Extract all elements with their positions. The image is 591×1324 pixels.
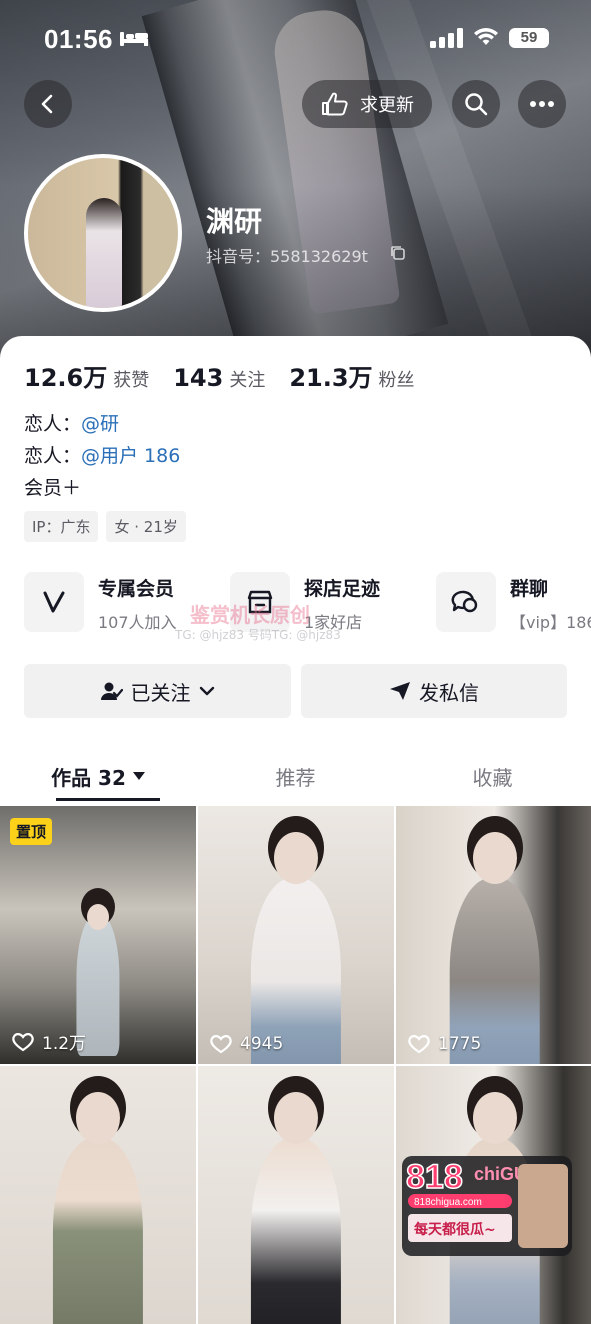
following-button[interactable]: 已关注 [24, 664, 291, 718]
profile-name: 渊研 [206, 205, 263, 238]
like-count: 1.2万 [12, 1029, 86, 1054]
wifi-icon [474, 28, 498, 45]
status-bar: 01:56 59 [0, 0, 591, 80]
caret-down-icon [132, 772, 145, 780]
feature-membership[interactable]: 专属会员 107人加入 [24, 572, 177, 634]
douyin-id: 抖音号：558132629t [206, 247, 368, 266]
chat-icon [451, 590, 478, 613]
more-dots-icon [530, 101, 554, 107]
ad-banner[interactable]: 818 chiGUA 818chigua.com 每天都很瓜~ [396, 1136, 576, 1266]
stats-row: 12.6万 获赞 143 关注 21.3万 粉丝 [24, 358, 415, 393]
tag-row: IP：广东 女 · 21岁 [24, 511, 186, 542]
battery-indicator: 59 [509, 28, 549, 48]
bio-line: 会员＋ [24, 477, 82, 499]
search-icon [465, 93, 488, 116]
pinned-badge: 置顶 [10, 818, 53, 845]
content-tabs: 作品 32 推荐 收藏 [0, 748, 591, 804]
tab-recommend[interactable]: 推荐 [197, 748, 394, 804]
bio-line: 恋人：@用户 186 [24, 445, 181, 467]
like-count: 4945 [210, 1034, 283, 1054]
video-thumbnail[interactable]: 1775 [396, 806, 591, 1064]
watermark: 鉴赏机长原创 [190, 603, 310, 627]
request-update-button[interactable]: 求更新 [302, 80, 432, 128]
tab-works[interactable]: 作品 32 [0, 748, 197, 804]
video-thumbnail[interactable] [0, 1066, 196, 1324]
pointing-hand-icon [322, 92, 348, 116]
video-thumbnail[interactable] [198, 1066, 394, 1324]
tab-favorites[interactable]: 收藏 [394, 748, 591, 804]
more-button[interactable] [518, 80, 566, 128]
avatar[interactable] [24, 154, 182, 312]
stat-likes[interactable]: 12.6万 获赞 [24, 358, 149, 393]
like-count: 1775 [408, 1034, 481, 1054]
ad-url: 818chigua.com [414, 1197, 482, 1208]
ad-brand: 818 [406, 1158, 463, 1196]
heart-icon [210, 1035, 232, 1054]
chevron-down-icon [199, 686, 214, 696]
send-message-button[interactable]: 发私信 [301, 664, 567, 718]
bio-line: 恋人：@研 [24, 413, 120, 435]
copy-icon[interactable] [390, 245, 406, 261]
ip-location-tag: IP：广东 [24, 511, 99, 542]
feature-group-chat[interactable]: 群聊 【vip】186 [436, 572, 591, 634]
stat-followers[interactable]: 21.3万 粉丝 [289, 358, 414, 393]
user-check-icon [100, 682, 123, 700]
v-logo-icon [43, 591, 65, 613]
search-button[interactable] [452, 80, 500, 128]
send-icon [390, 682, 410, 700]
stat-following[interactable]: 143 关注 [173, 364, 265, 392]
watermark-contact: TG: @hjz83 号码TG: @hjz83 [175, 628, 341, 642]
sleep-focus-icon [120, 32, 148, 46]
heart-icon [12, 1032, 34, 1051]
video-thumbnail[interactable]: 置顶 1.2万 [0, 806, 196, 1064]
back-button[interactable] [24, 80, 72, 128]
video-thumbnail[interactable]: 4945 [198, 806, 394, 1064]
cellular-signal-icon [430, 28, 463, 48]
ad-slogan: 每天都很瓜~ [414, 1221, 496, 1238]
chevron-left-icon [41, 94, 53, 114]
request-update-label: 求更新 [360, 95, 414, 116]
mention-link[interactable]: @用户 186 [81, 445, 180, 467]
status-time: 01:56 [44, 24, 113, 54]
gender-age-tag: 女 · 21岁 [106, 511, 186, 542]
active-tab-indicator [56, 798, 160, 801]
bio: 恋人：@研 恋人：@用户 186 会员＋ [24, 408, 180, 504]
mention-link[interactable]: @研 [81, 413, 119, 435]
heart-icon [408, 1035, 430, 1054]
